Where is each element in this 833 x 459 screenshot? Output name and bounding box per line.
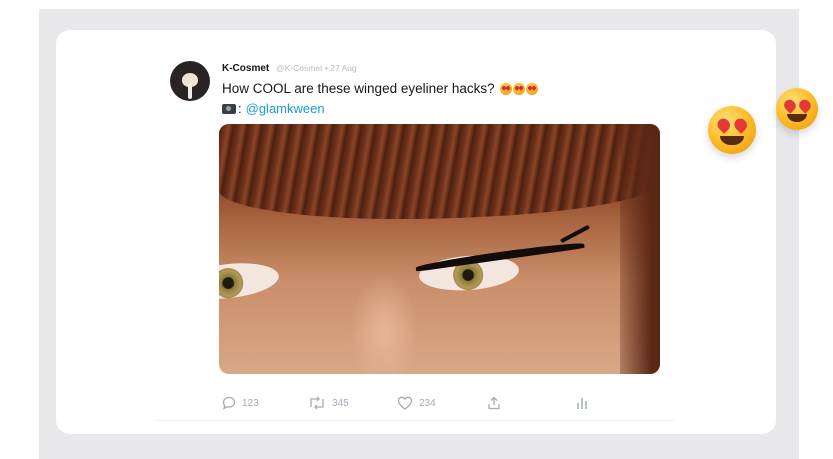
heart-eyes-emoji-icon [776, 88, 818, 130]
emoji-group [499, 82, 538, 95]
reply-icon [222, 396, 236, 410]
share-icon [488, 396, 500, 410]
reply-button[interactable]: 123 [222, 396, 259, 410]
image-nose [349, 274, 419, 374]
author-meta: @K-Cosmet • 27 Aug [276, 63, 357, 73]
author-name[interactable]: K-Cosmet [222, 63, 269, 74]
retweet-count: 345 [332, 397, 349, 409]
heart-icon [397, 396, 413, 410]
reply-count: 123 [242, 397, 259, 409]
credit-handle-link[interactable]: @glamkween [246, 101, 325, 116]
tweet-header: K-Cosmet @K-Cosmet • 27 Aug [222, 63, 357, 74]
heart-eyes-emoji-icon [499, 82, 512, 95]
retweet-icon [310, 396, 324, 410]
brush-handle [188, 83, 192, 99]
credit-separator: : [238, 101, 242, 116]
image-hair-side [620, 124, 660, 374]
heart-eyes-emoji-icon [512, 82, 525, 95]
like-button[interactable]: 234 [397, 396, 436, 410]
image-left-eye [219, 258, 281, 304]
tweet-text: How COOL are these winged eyeliner hacks… [222, 81, 538, 96]
analytics-button[interactable] [576, 396, 588, 410]
credit-line: : @glamkween [222, 101, 325, 116]
avatar[interactable] [170, 61, 210, 101]
like-count: 234 [419, 397, 436, 409]
heart-eyes-emoji-icon [525, 82, 538, 95]
tweet-media-image[interactable] [219, 124, 660, 374]
share-button[interactable] [487, 396, 501, 410]
image-hair-bangs [219, 124, 660, 219]
heart-eyes-emoji-icon [708, 106, 756, 154]
tweet-actions: 123 345 234 [222, 396, 602, 412]
retweet-button[interactable]: 345 [308, 396, 349, 410]
analytics-icon [577, 398, 587, 409]
image-eyeliner-wing [559, 224, 591, 244]
camera-icon [222, 103, 236, 114]
card-divider [154, 420, 674, 421]
tweet-text-body: How COOL are these winged eyeliner hacks… [222, 81, 495, 96]
